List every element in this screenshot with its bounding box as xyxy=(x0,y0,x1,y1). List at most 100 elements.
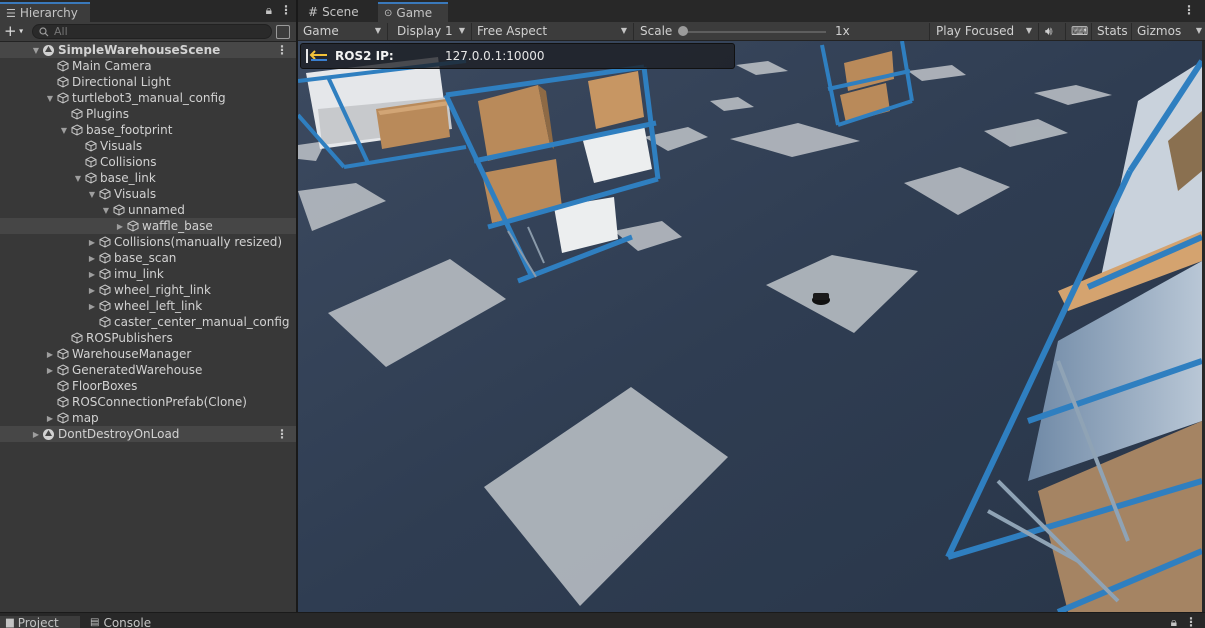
collapsed-arrow-icon[interactable]: ▶ xyxy=(30,430,42,439)
tab-scene[interactable]: # Scene xyxy=(302,2,376,22)
gameobject-cube-icon xyxy=(98,236,111,249)
hierarchy-item[interactable]: Visuals xyxy=(0,138,296,154)
hierarchy-item[interactable]: ▶ WarehouseManager xyxy=(0,346,296,362)
gizmos-dropdown[interactable]: Gizmos ▼ xyxy=(1132,23,1204,40)
tab-scene-label: Scene xyxy=(322,5,359,19)
hierarchy-item[interactable]: ▶ GeneratedWarehouse xyxy=(0,362,296,378)
hierarchy-item-label: base_link xyxy=(100,171,156,185)
scale-slider-track[interactable] xyxy=(682,31,826,33)
hierarchy-item-label: imu_link xyxy=(114,267,164,281)
collapsed-arrow-icon[interactable]: ▶ xyxy=(44,414,56,423)
more-menu-icon[interactable]: ⋮ xyxy=(280,3,292,18)
scene-row[interactable]: ▼ SimpleWarehouseScene ⋮ xyxy=(0,42,296,58)
game-viewport[interactable]: ROS2 IP: 127.0.0.1:10000 xyxy=(298,41,1202,612)
game-mode-dropdown[interactable]: Game ▼ xyxy=(298,23,388,40)
gameobject-cube-icon xyxy=(56,412,69,425)
stats-button[interactable]: Stats xyxy=(1092,23,1132,40)
hierarchy-item[interactable]: ▶ Collisions(manually resized) xyxy=(0,234,296,250)
expanded-arrow-icon[interactable]: ▼ xyxy=(86,190,98,199)
tab-console[interactable]: ▤ Console xyxy=(84,616,164,628)
search-input[interactable] xyxy=(54,25,254,38)
hierarchy-item[interactable]: ▼ Visuals xyxy=(0,186,296,202)
hierarchy-item[interactable]: Main Camera xyxy=(0,58,296,74)
expanded-arrow-icon[interactable]: ▼ xyxy=(58,126,70,135)
gameobject-cube-icon xyxy=(98,284,111,297)
create-button[interactable]: + ▾ xyxy=(4,23,28,40)
expanded-arrow-icon[interactable]: ▼ xyxy=(44,94,56,103)
hierarchy-item[interactable]: ▶ wheel_right_link xyxy=(0,282,296,298)
hierarchy-item[interactable]: ▶ map xyxy=(0,410,296,426)
hierarchy-item[interactable]: FloorBoxes xyxy=(0,378,296,394)
scene-menu-icon[interactable]: ⋮ xyxy=(276,43,288,57)
collapsed-arrow-icon[interactable]: ▶ xyxy=(86,302,98,311)
gameobject-cube-icon xyxy=(84,156,97,169)
filter-icon[interactable] xyxy=(276,25,290,39)
collapsed-arrow-icon[interactable]: ▶ xyxy=(86,270,98,279)
collapsed-arrow-icon[interactable]: ▶ xyxy=(44,366,56,375)
collapsed-arrow-icon[interactable]: ▶ xyxy=(86,286,98,295)
hierarchy-item[interactable]: ▼ turtlebot3_manual_config xyxy=(0,90,296,106)
hierarchy-item-label: Visuals xyxy=(114,187,157,201)
dontdestroy-row[interactable]: ▶ DontDestroyOnLoad ⋮ xyxy=(0,426,296,442)
tab-hierarchy[interactable]: ☰ Hierarchy xyxy=(0,2,90,22)
gameobject-cube-icon xyxy=(98,300,111,313)
gameobject-cube-icon xyxy=(56,380,69,393)
scene-name: SimpleWarehouseScene xyxy=(58,43,221,57)
bottom-tabbar: ▆ Project ▤ Console 🔒︎ ⋮ xyxy=(0,612,1205,628)
expanded-arrow-icon[interactable]: ▼ xyxy=(72,174,84,183)
hierarchy-item[interactable]: ▶ base_scan xyxy=(0,250,296,266)
hierarchy-item[interactable]: ▼ unnamed xyxy=(0,202,296,218)
keyboard-icon[interactable]: ⌨ xyxy=(1066,23,1092,40)
play-mode-dropdown[interactable]: Play Focused ▼ xyxy=(931,23,1039,40)
collapsed-arrow-icon[interactable]: ▶ xyxy=(44,350,56,359)
unity-scene-icon xyxy=(42,44,55,57)
gizmos-label: Gizmos xyxy=(1137,24,1182,38)
tab-console-label: Console xyxy=(103,615,152,628)
more-menu-icon[interactable]: ⋮ xyxy=(1185,615,1197,628)
hierarchy-search[interactable] xyxy=(32,24,272,39)
hierarchy-item[interactable]: ▼ base_footprint xyxy=(0,122,296,138)
tab-game[interactable]: ⊙ Game xyxy=(378,2,448,22)
chevron-down-icon: ▼ xyxy=(620,26,627,35)
scale-value-text: 1x xyxy=(835,24,850,38)
mute-audio-icon[interactable]: 🔊︎ xyxy=(1040,23,1066,40)
collapsed-arrow-icon[interactable]: ▶ xyxy=(86,254,98,263)
hierarchy-item[interactable]: Collisions xyxy=(0,154,296,170)
collapsed-arrow-icon[interactable]: ▶ xyxy=(114,222,126,231)
expanded-arrow-icon[interactable]: ▼ xyxy=(30,46,42,55)
lock-icon[interactable]: 🔒︎ xyxy=(266,3,272,18)
tab-project[interactable]: ▆ Project xyxy=(0,616,80,628)
gameobject-cube-icon xyxy=(98,188,111,201)
collapsed-arrow-icon[interactable]: ▶ xyxy=(86,238,98,247)
dontdestroy-menu-icon[interactable]: ⋮ xyxy=(276,427,288,441)
gameobject-cube-icon xyxy=(56,76,69,89)
folder-icon: ▆ xyxy=(6,617,14,628)
ros-ip-value: 127.0.0.1:10000 xyxy=(445,49,545,63)
gameobject-cube-icon xyxy=(84,172,97,185)
gamepad-icon: ⊙ xyxy=(384,7,393,19)
lock-icon[interactable]: 🔒︎ xyxy=(1171,615,1177,628)
expanded-arrow-icon[interactable]: ▼ xyxy=(100,206,112,215)
hierarchy-item[interactable]: ROSConnectionPrefab(Clone) xyxy=(0,394,296,410)
chevron-down-icon: ▼ xyxy=(1025,26,1032,35)
aspect-dropdown[interactable]: Free Aspect ▼ xyxy=(472,23,634,40)
hierarchy-item[interactable]: caster_center_manual_config xyxy=(0,314,296,330)
hierarchy-item[interactable]: ROSPublishers xyxy=(0,330,296,346)
hierarchy-item[interactable]: ▶ waffle_base xyxy=(0,218,296,234)
display-dropdown[interactable]: Display 1 ▼ xyxy=(392,23,472,40)
game-mode-label: Game xyxy=(303,24,339,38)
more-menu-icon[interactable]: ⋮ xyxy=(1183,3,1195,17)
hierarchy-item-label: ROSPublishers xyxy=(86,331,173,345)
hierarchy-item[interactable]: ▶ wheel_left_link xyxy=(0,298,296,314)
hierarchy-item[interactable]: Directional Light xyxy=(0,74,296,90)
hierarchy-item[interactable]: ▶ imu_link xyxy=(0,266,296,282)
hierarchy-item[interactable]: Plugins xyxy=(0,106,296,122)
game-tabbar: # Scene ⊙ Game ⋮ xyxy=(298,0,1205,22)
hierarchy-item-label: ROSConnectionPrefab(Clone) xyxy=(72,395,247,409)
game-panel: # Scene ⊙ Game ⋮ Game ▼ Display 1 ▼ Free… xyxy=(298,0,1205,612)
gameobject-cube-icon xyxy=(98,268,111,281)
hierarchy-item-label: Main Camera xyxy=(72,59,152,73)
hierarchy-item-label: GeneratedWarehouse xyxy=(72,363,203,377)
scale-slider-knob[interactable] xyxy=(678,26,688,36)
hierarchy-item[interactable]: ▼ base_link xyxy=(0,170,296,186)
